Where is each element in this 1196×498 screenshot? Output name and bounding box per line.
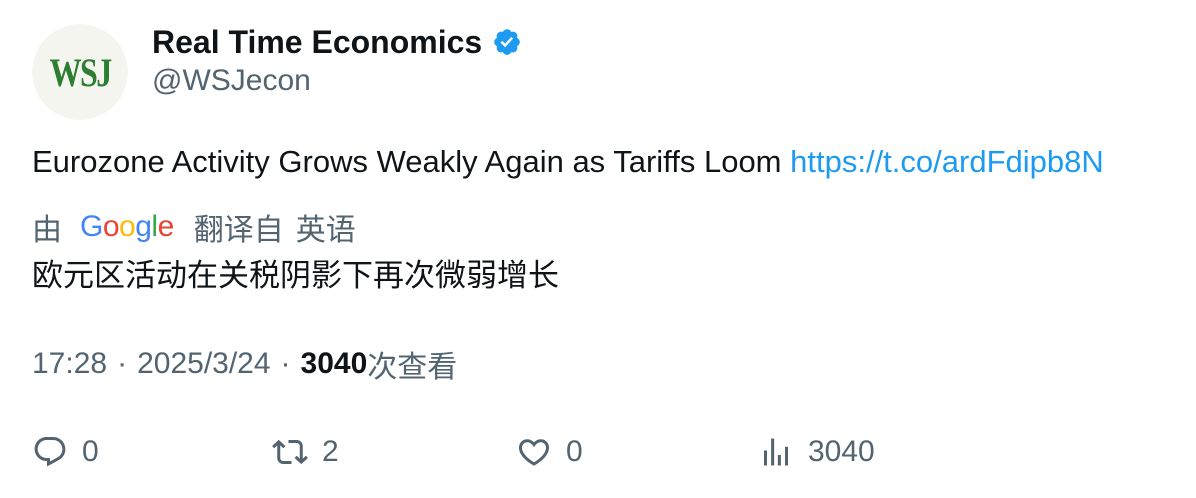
views-button[interactable]: 3040	[758, 428, 875, 476]
verified-badge-icon[interactable]	[492, 27, 522, 57]
tweet-link[interactable]: https://t.co/ardFdipb8N	[790, 144, 1104, 179]
retweet-count: 2	[322, 435, 339, 468]
reply-button[interactable]: 0	[32, 428, 99, 476]
meta-separator: ·	[280, 347, 291, 380]
google-logo-letter: g	[135, 210, 152, 243]
google-logo-letter: o	[119, 210, 136, 243]
like-button[interactable]: 0	[516, 428, 583, 476]
translation-prefix: 由	[32, 214, 62, 247]
action-bar: 0 2 0 3040	[32, 428, 1164, 476]
views-label: 次查看	[367, 351, 458, 384]
analytics-icon	[758, 434, 794, 470]
translation-attribution: 由 G o o g l e 翻译自 英语	[32, 206, 356, 248]
like-count: 0	[566, 435, 583, 468]
meta-separator: ·	[117, 347, 128, 380]
tweet-text: Eurozone Activity Grows Weakly Again as …	[32, 142, 1104, 182]
google-logo-letter: e	[157, 210, 175, 243]
avatar-logo-text: WSJ	[49, 49, 113, 95]
google-logo-letter: G	[80, 210, 103, 243]
translated-tweet-text: 欧元区活动在关税阴影下再次微弱增长	[32, 258, 559, 293]
retweet-icon	[272, 434, 308, 470]
reply-count: 0	[82, 435, 99, 468]
google-logo-letter: o	[102, 210, 120, 243]
heart-icon	[516, 434, 552, 470]
retweet-button[interactable]: 2	[272, 428, 339, 476]
display-name[interactable]: Real Time Economics	[152, 24, 482, 61]
avatar[interactable]: WSJ	[32, 24, 128, 120]
views-action-count: 3040	[808, 435, 875, 468]
translation-source-language: 英语	[295, 214, 356, 247]
google-logo: G o o g l e	[80, 210, 174, 244]
tweet-date[interactable]: 2025/3/24	[137, 347, 270, 381]
tweet-meta: 17:28 · 2025/3/24 · 3040 次查看	[32, 343, 457, 385]
user-handle[interactable]: @WSJecon	[152, 62, 311, 100]
tweet-time[interactable]: 17:28	[32, 347, 107, 381]
translation-suffix: 翻译自	[193, 214, 284, 247]
tweet-body: Eurozone Activity Grows Weakly Again as …	[32, 144, 782, 179]
reply-icon	[32, 434, 68, 470]
views-count: 3040	[300, 347, 368, 380]
author-name-row: Real Time Economics	[152, 22, 522, 62]
